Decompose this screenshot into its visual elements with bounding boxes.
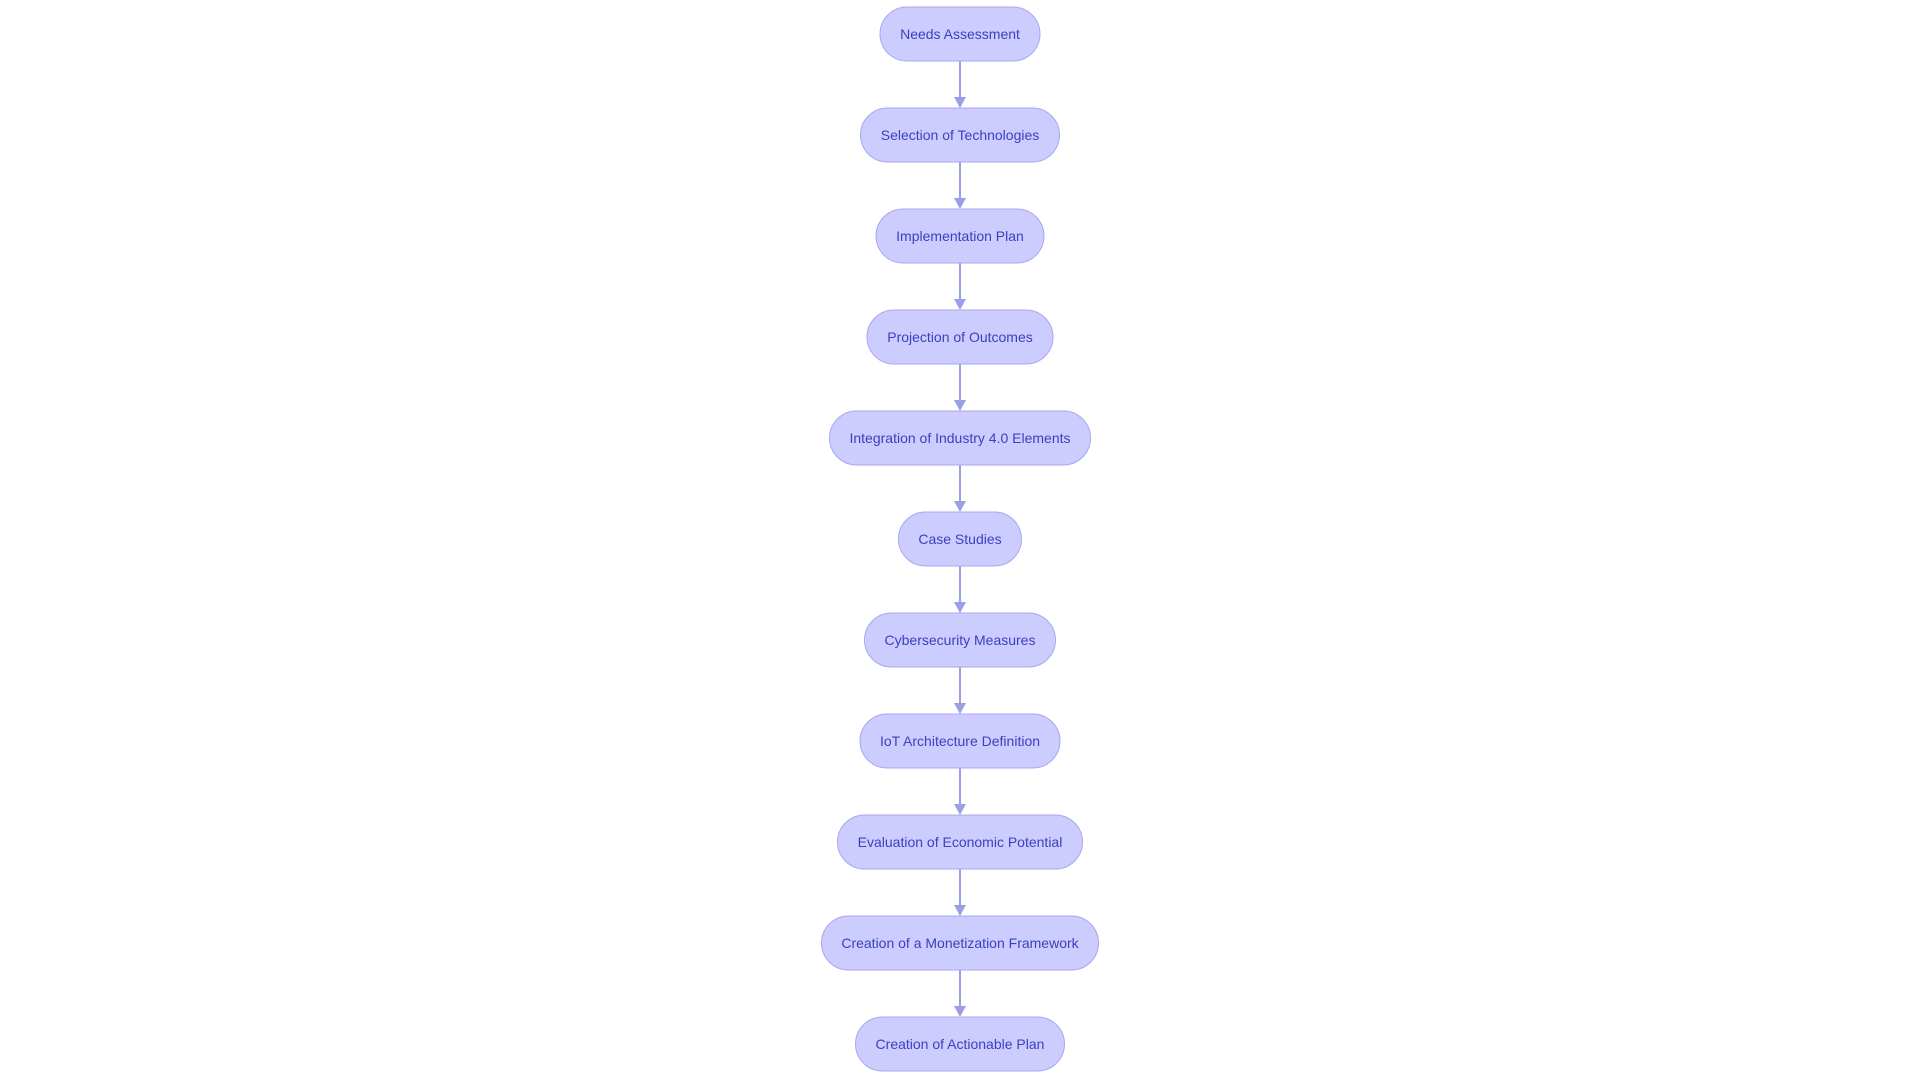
flow-edge (954, 364, 966, 411)
node-label: Integration of Industry 4.0 Elements (849, 430, 1070, 446)
arrowhead-icon (954, 400, 966, 411)
arrowhead-icon (954, 905, 966, 916)
node-label: Evaluation of Economic Potential (858, 834, 1063, 850)
flow-node: Selection of Technologies (860, 107, 1060, 163)
arrowhead-icon (954, 602, 966, 613)
arrowhead-icon (954, 198, 966, 209)
node-label: Needs Assessment (900, 26, 1020, 42)
node-label: Projection of Outcomes (887, 329, 1033, 345)
flow-node: Integration of Industry 4.0 Elements (829, 410, 1091, 466)
flow-node: IoT Architecture Definition (859, 713, 1061, 769)
node-label: IoT Architecture Definition (880, 733, 1040, 749)
arrowhead-icon (954, 501, 966, 512)
node-label: Case Studies (918, 531, 1001, 547)
flow-edge (954, 566, 966, 613)
flow-node: Case Studies (898, 511, 1022, 567)
flow-edge (954, 263, 966, 310)
flow-node: Implementation Plan (875, 208, 1045, 264)
flow-node: Creation of a Monetization Framework (821, 915, 1099, 971)
flow-edge (954, 869, 966, 916)
arrowhead-icon (954, 703, 966, 714)
flow-node: Cybersecurity Measures (864, 612, 1056, 668)
flow-node: Evaluation of Economic Potential (837, 814, 1083, 870)
flow-edge (954, 61, 966, 108)
flow-node: Needs Assessment (879, 6, 1041, 62)
arrowhead-icon (954, 299, 966, 310)
arrowhead-icon (954, 804, 966, 815)
flow-edge (954, 667, 966, 714)
flow-edge (954, 768, 966, 815)
arrowhead-icon (954, 1006, 966, 1017)
node-label: Implementation Plan (896, 228, 1024, 244)
flow-edge (954, 970, 966, 1017)
arrowhead-icon (954, 97, 966, 108)
flow-edge (954, 465, 966, 512)
node-label: Creation of Actionable Plan (876, 1036, 1045, 1052)
node-label: Creation of a Monetization Framework (841, 935, 1079, 951)
node-label: Selection of Technologies (881, 127, 1040, 143)
flow-edge (954, 162, 966, 209)
flow-node: Projection of Outcomes (866, 309, 1054, 365)
flowchart-diagram: Needs Assessment Selection of Technologie… (821, 6, 1099, 1072)
flow-node: Creation of Actionable Plan (855, 1016, 1065, 1072)
node-label: Cybersecurity Measures (885, 632, 1036, 648)
